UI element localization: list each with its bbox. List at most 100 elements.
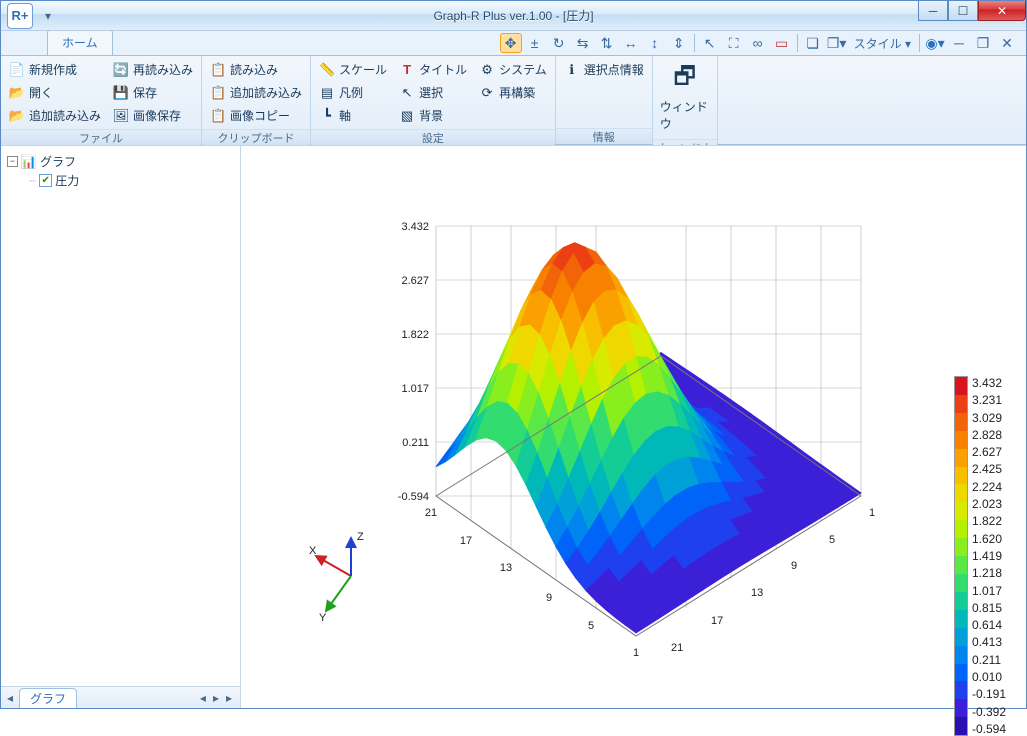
save-image-button[interactable]: 🖼画像保存 [107,104,199,127]
side-tab-graph[interactable]: グラフ [19,688,77,708]
checkbox-icon[interactable]: ✔ [39,174,52,187]
scale-button[interactable]: 📏スケール [313,58,393,81]
x-tick: 21 [425,507,437,519]
x-tick: 9 [546,592,552,604]
quick-toolbar: ✥ ± ↻ ⇆ ⇅ ↔ ↕ ⇕ ↖ ⛶ ∞ ▭ ❏ ❐▾ スタイル ▾ ◉▾ ─… [498,31,1020,55]
reload-icon: 🔄 [113,62,129,78]
rotate-cw-icon[interactable]: ↻ [548,33,570,53]
clip-load-button[interactable]: 📋読み込み [204,58,308,81]
nav-first-icon[interactable]: ◂ [198,691,208,705]
gear-icon: ⚙ [479,62,495,78]
chart-folder-icon: 📊 [21,154,37,170]
window-button[interactable]: 🗗 ウィンドウ [655,58,715,137]
move-tool-icon[interactable]: ✥ [500,33,522,53]
sidebar: − 📊 グラフ ┈ ✔ 圧力 ◂ グラフ ◂ ▸ ▸ [1,146,241,708]
rebuild-icon: ⟳ [479,85,495,101]
y-tick: 13 [751,587,763,599]
x-tick: 13 [500,562,512,574]
nav-last-icon[interactable]: ▸ [224,691,234,705]
axis-button[interactable]: ┗軸 [313,104,393,127]
select-button[interactable]: ↖選択 [393,81,473,104]
group-window: 🗗 ウィンドウ ウィンドウ [653,56,718,144]
tree-root-row[interactable]: − 📊 グラフ [7,152,234,171]
tab-nav-prev-icon[interactable]: ◂ [7,691,13,705]
ruler-icon: 📏 [319,62,335,78]
clipboard-load-icon: 📋 [210,62,226,78]
z-tick: 0.211 [402,437,429,449]
open-button[interactable]: 📂開く [3,81,107,104]
clip-append-button[interactable]: 📋追加読み込み [204,81,308,104]
group-file: 📄新規作成 📂開く 📂追加読み込み 🔄再読み込み 💾保存 🖼画像保存 ファイル [1,56,202,144]
compass-y: Y [319,612,327,624]
app-icon[interactable]: R+ [7,3,33,29]
window-title: Graph-R Plus ver.1.00 - [圧力] [433,7,593,24]
clipboard-plus-icon: 📋 [210,85,226,101]
chart-canvas[interactable]: 3.432 2.627 1.822 1.017 0.211 -0.594 21 … [241,146,1026,708]
scale-x-icon[interactable]: ↔ [620,33,642,53]
tree-item-label: 圧力 [55,172,79,189]
append-button[interactable]: 📂追加読み込み [3,104,107,127]
qat-dropdown-icon[interactable]: ▾ [45,9,51,23]
system-button[interactable]: ⚙システム [473,58,553,81]
cursor-icon[interactable]: ↖ [699,33,721,53]
new-button[interactable]: 📄新規作成 [3,58,107,81]
info-point-icon: ℹ [564,62,580,78]
mdi-close-icon[interactable]: ✕ [996,33,1018,53]
save-icon: 💾 [113,85,129,101]
scale-z-icon[interactable]: ⇕ [668,33,690,53]
z-tick: 1.822 [401,329,429,341]
ribbon: 📄新規作成 📂開く 📂追加読み込み 🔄再読み込み 💾保存 🖼画像保存 ファイル … [1,55,1026,145]
maximize-button[interactable]: ☐ [948,1,978,21]
workspace: − 📊 グラフ ┈ ✔ 圧力 ◂ グラフ ◂ ▸ ▸ [1,145,1026,708]
y-tick: 9 [791,560,797,572]
tab-home[interactable]: ホーム [47,29,113,55]
app-window: R+ ▾ Graph-R Plus ver.1.00 - [圧力] ─ ☐ ✕ … [0,0,1027,709]
mdi-restore-icon[interactable]: ❐ [972,33,994,53]
reload-button[interactable]: 🔄再読み込み [107,58,199,81]
side-tabstrip: ◂ グラフ ◂ ▸ ▸ [1,686,240,708]
compass-x: X [309,545,317,557]
save-button[interactable]: 💾保存 [107,81,199,104]
minimize-button[interactable]: ─ [918,1,948,21]
x-tick: 17 [460,535,472,547]
axis-icon: ┗ [319,108,335,124]
y-tick: 5 [829,534,835,546]
title-button[interactable]: Tタイトル [393,58,473,81]
mdi-minimize-icon[interactable]: ─ [948,33,970,53]
zoom-plus-icon[interactable]: ± [524,33,546,53]
group-info: ℹ選択点情報 情報 [556,56,653,144]
close-button[interactable]: ✕ [978,1,1026,21]
z-tick: 1.017 [401,383,429,395]
style-menu[interactable]: スタイル ▾ [850,35,915,52]
expander-icon[interactable]: − [7,156,18,167]
compass-z: Z [357,531,364,543]
tree: − 📊 グラフ ┈ ✔ 圧力 [1,146,240,686]
z-tick: -0.594 [398,491,429,503]
scale-y-icon[interactable]: ↕ [644,33,666,53]
nav-next-icon[interactable]: ▸ [211,691,221,705]
cube-dd-icon[interactable]: ❐▾ [826,33,848,53]
legend-button[interactable]: ▤凡例 [313,81,393,104]
legend-icon: ▤ [319,85,335,101]
y-tick: 21 [671,642,683,654]
selpoint-button[interactable]: ℹ選択点情報 [558,58,650,81]
folder-open-icon: 📂 [9,85,25,101]
link-icon[interactable]: ∞ [747,33,769,53]
group-file-label: ファイル [1,129,201,145]
pan-y-icon[interactable]: ⇅ [596,33,618,53]
background-button[interactable]: ▧背景 [393,104,473,127]
group-settings-label: 設定 [311,129,555,145]
pan-x-icon[interactable]: ⇆ [572,33,594,53]
help-icon[interactable]: ◉▾ [924,33,946,53]
select-rect-icon[interactable]: ▭ [771,33,793,53]
text-icon: T [399,62,415,78]
windows-icon: 🗗 [669,63,701,95]
clip-copy-image-button[interactable]: 📋画像コピー [204,104,308,127]
cube-icon[interactable]: ❏ [802,33,824,53]
fit-icon[interactable]: ⛶ [723,33,745,53]
group-info-label: 情報 [556,128,652,144]
tree-item-row[interactable]: ┈ ✔ 圧力 [7,171,234,190]
rebuild-button[interactable]: ⟳再構築 [473,81,553,104]
x-tick: 1 [633,647,639,659]
z-tick: 2.627 [401,275,429,287]
